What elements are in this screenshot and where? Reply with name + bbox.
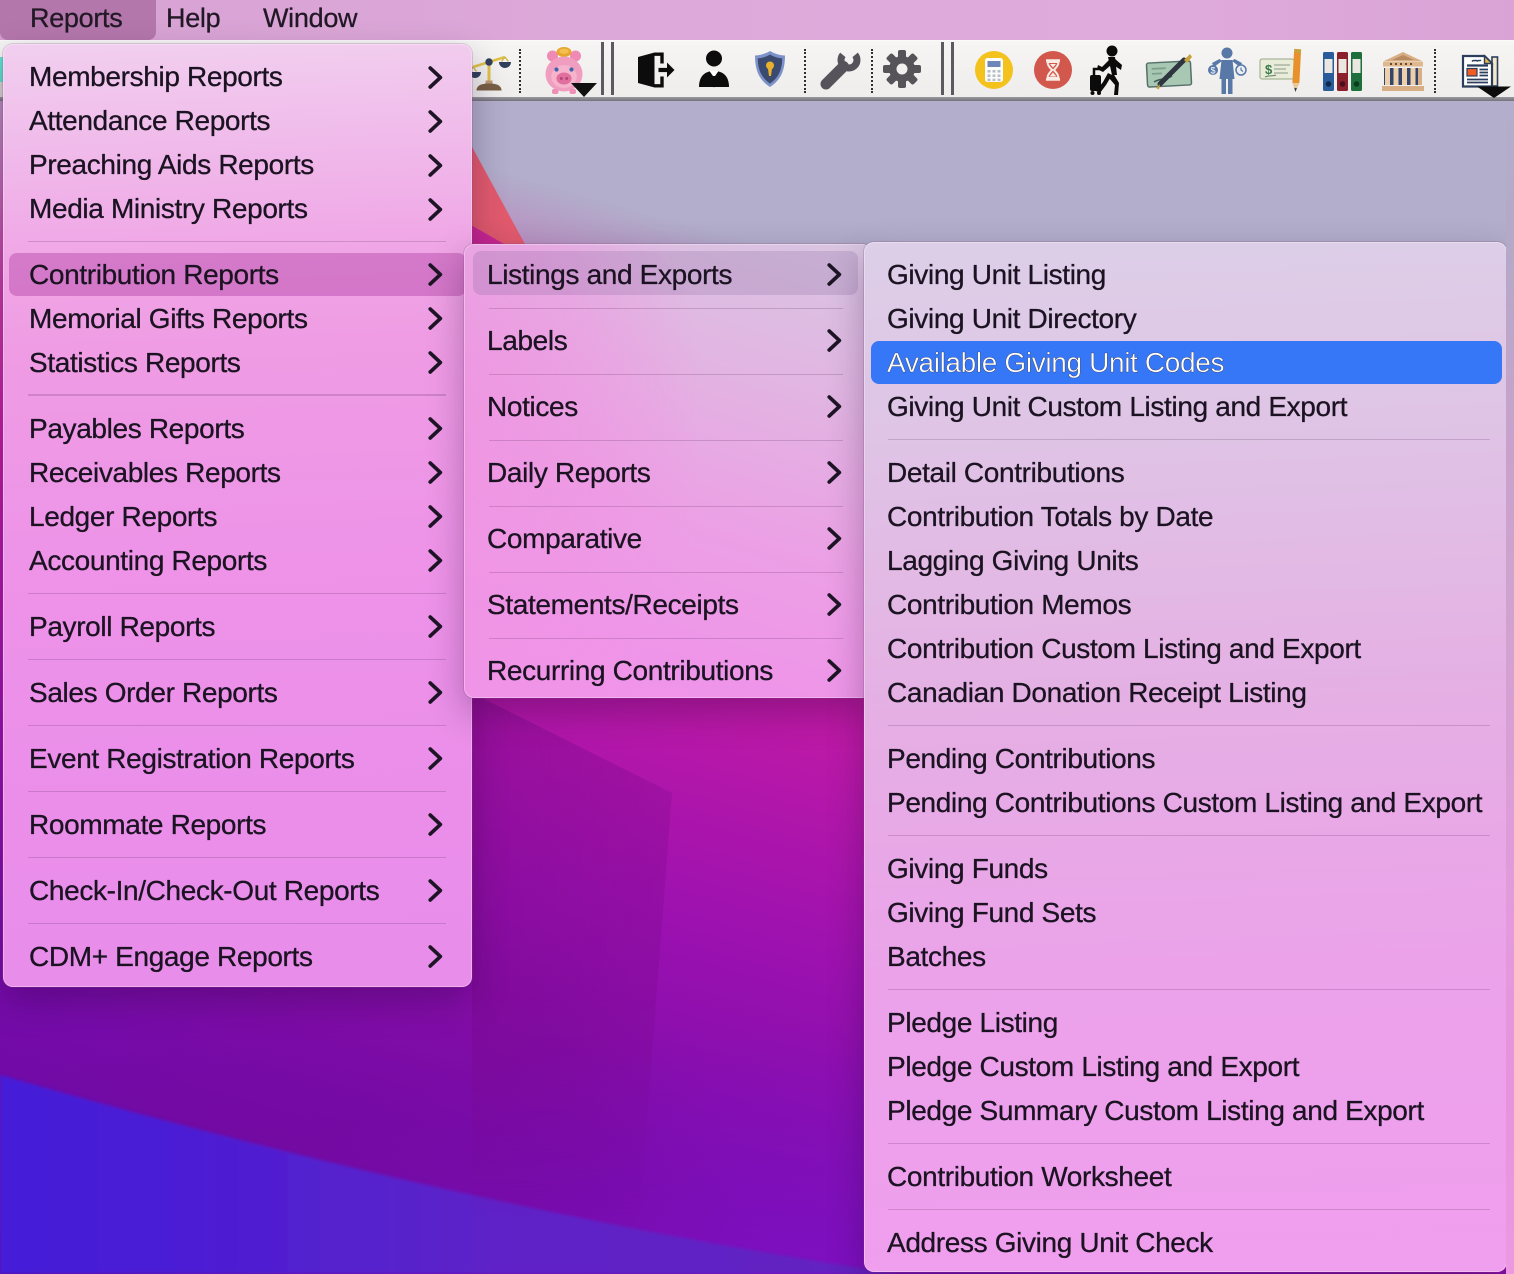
svg-text:$: $ (1210, 66, 1215, 76)
svg-text:$: $ (1265, 62, 1273, 77)
